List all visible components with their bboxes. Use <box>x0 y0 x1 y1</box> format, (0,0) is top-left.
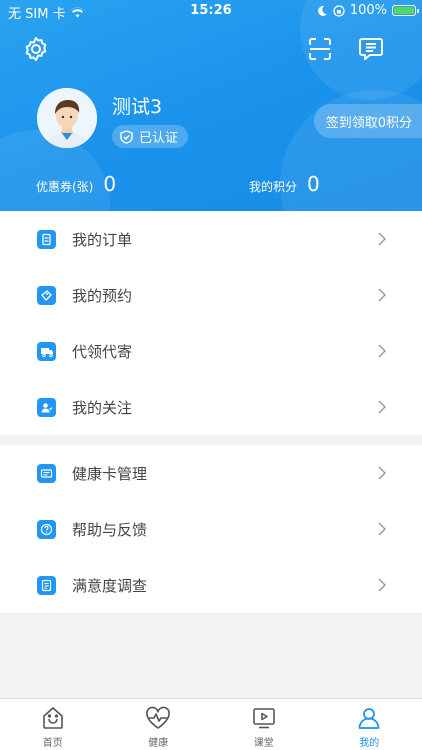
tab-bar: 首页 健康 课堂 我的 <box>0 698 422 750</box>
menu-label: 健康卡管理 <box>72 464 148 483</box>
order-icon <box>37 229 56 249</box>
points-value: 0 <box>307 172 320 196</box>
menu-item-health-card[interactable]: 健康卡管理 <box>0 445 422 501</box>
menu-group-secondary: 健康卡管理 帮助与反馈 满意度调查 <box>0 445 422 613</box>
battery-percent: 100% <box>349 3 387 18</box>
status-bar: 无 SIM 卡 15:26 100% <box>0 0 422 22</box>
chevron-right-icon <box>378 466 386 480</box>
menu-item-help[interactable]: 帮助与反馈 <box>0 501 422 557</box>
menu-item-survey[interactable]: 满意度调查 <box>0 557 422 613</box>
appointment-icon <box>37 285 56 305</box>
menu-group-primary: 我的订单 我的预约 代领代寄 我的关注 <box>0 211 422 435</box>
classroom-icon <box>250 704 278 732</box>
moon-icon <box>317 5 327 16</box>
follow-icon <box>37 397 56 417</box>
battery-icon <box>392 5 419 16</box>
tab-label: 首页 <box>42 738 63 749</box>
menu-label: 帮助与反馈 <box>72 520 148 539</box>
home-icon <box>39 704 67 732</box>
tab-classroom[interactable]: 课堂 <box>211 699 317 750</box>
menu-label: 满意度调查 <box>72 576 148 595</box>
survey-icon <box>37 575 56 595</box>
verified-badge: 已认证 <box>112 125 189 148</box>
avatar[interactable] <box>37 88 97 148</box>
health-card-icon <box>37 463 56 483</box>
tab-label: 健康 <box>148 738 169 749</box>
points-stat[interactable]: 我的积分 0 <box>249 172 320 196</box>
profile-icon <box>355 704 383 732</box>
message-icon[interactable] <box>356 34 386 64</box>
shield-check-icon <box>120 129 133 144</box>
coupon-stat[interactable]: 优惠券(张) 0 <box>36 172 116 196</box>
tab-label: 课堂 <box>253 738 274 749</box>
orientation-lock-icon <box>333 4 345 17</box>
health-icon <box>144 704 172 732</box>
menu-label: 我的预约 <box>72 286 133 305</box>
chevron-right-icon <box>378 578 386 592</box>
tab-health[interactable]: 健康 <box>106 699 212 750</box>
menu-label: 我的关注 <box>72 398 133 417</box>
profile-header: 测试3 已认证 签到领取0积分 优惠券(张) 0 我的积分 0 <box>0 0 422 211</box>
menu-item-orders[interactable]: 我的订单 <box>0 211 422 267</box>
delivery-icon <box>37 341 56 361</box>
menu-label: 我的订单 <box>72 230 133 249</box>
user-name: 测试3 <box>112 96 163 118</box>
settings-gear-icon[interactable] <box>21 34 51 64</box>
menu-item-follow[interactable]: 我的关注 <box>0 379 422 435</box>
chevron-right-icon <box>378 232 386 246</box>
signin-button[interactable]: 签到领取0积分 <box>313 104 422 138</box>
help-icon <box>37 519 56 539</box>
tab-label: 我的 <box>359 738 380 749</box>
menu-label: 代领代寄 <box>72 342 133 361</box>
coupon-value: 0 <box>103 172 117 196</box>
chevron-right-icon <box>378 400 386 414</box>
coupon-label: 优惠券(张) <box>36 180 94 194</box>
verified-label: 已认证 <box>139 131 179 146</box>
chevron-right-icon <box>378 288 386 302</box>
chevron-right-icon <box>378 344 386 358</box>
points-label: 我的积分 <box>249 180 298 194</box>
tab-profile[interactable]: 我的 <box>317 699 422 750</box>
menu-item-delivery[interactable]: 代领代寄 <box>0 323 422 379</box>
chevron-right-icon <box>378 522 386 536</box>
tab-home[interactable]: 首页 <box>0 699 106 750</box>
menu-item-appointments[interactable]: 我的预约 <box>0 267 422 323</box>
scan-icon[interactable] <box>305 34 335 64</box>
